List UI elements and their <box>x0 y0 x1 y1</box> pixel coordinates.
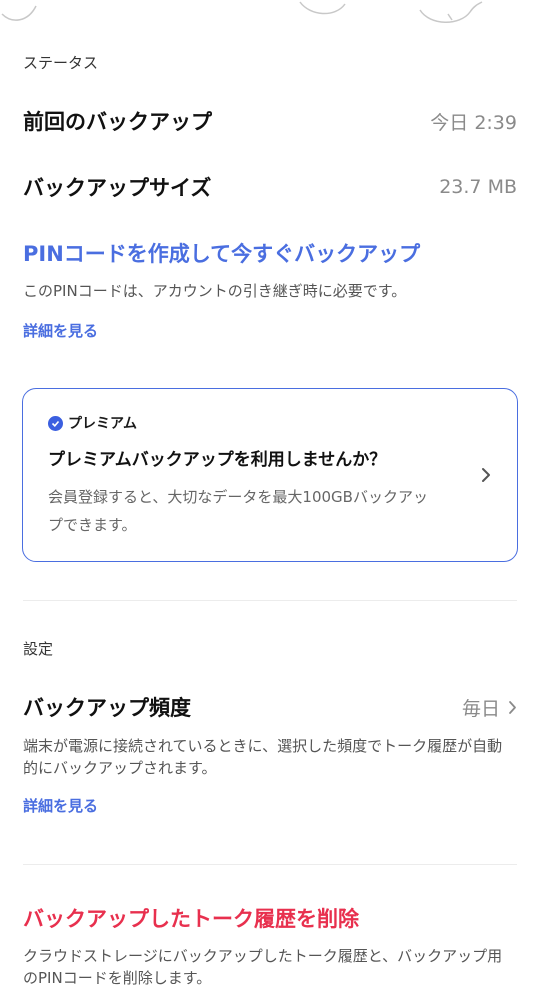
backup-frequency-row[interactable]: バックアップ頻度 毎日 <box>23 692 517 722</box>
backup-frequency-description: 端末が電源に接続されているときに、選択した頻度でトーク履歴が自動的にバックアップ… <box>23 737 503 777</box>
backup-frequency-value: 毎日 <box>461 697 500 720</box>
last-backup-value: 今日 2:39 <box>430 111 517 134</box>
premium-logo-icon <box>48 415 63 431</box>
backup-frequency-label: バックアップ頻度 <box>23 696 191 720</box>
backup-size-value: 23.7 MB <box>439 176 517 198</box>
create-pin-backup-button[interactable]: PINコードを作成して今すぐバックアップ <box>23 238 420 268</box>
delete-description: クラウドストレージにバックアップしたトーク履歴と、バックアップ用のPINコードを… <box>23 947 503 987</box>
premium-backup-card[interactable]: プレミアム プレミアムバックアップを利用しませんか？ 会員登録すると、大切なデー… <box>22 388 518 562</box>
header-illustration <box>1 1 483 23</box>
status-section-header: ステータス <box>23 54 99 72</box>
backup-size-row: バックアップサイズ 23.7 MB <box>23 172 517 202</box>
premium-title: プレミアムバックアップを利用しませんか？ <box>48 450 387 470</box>
section-divider <box>23 600 517 601</box>
chevron-right-icon <box>482 468 490 482</box>
pin-detail-link[interactable]: 詳細を見る <box>23 320 98 341</box>
last-backup-label: 前回のバックアップ <box>23 110 212 134</box>
backup-frequency-value-group: 毎日 <box>462 694 517 721</box>
frequency-detail-link[interactable]: 詳細を見る <box>23 795 98 816</box>
backup-size-label: バックアップサイズ <box>23 176 212 200</box>
premium-brand-label: プレミアム <box>68 416 138 432</box>
premium-brand: プレミアム <box>48 413 137 433</box>
chevron-right-icon <box>509 700 516 714</box>
pin-description: このPINコードは、アカウントの引き継ぎ時に必要です。 <box>23 282 407 300</box>
settings-section-header: 設定 <box>23 640 54 658</box>
delete-backup-button[interactable]: バックアップしたトーク履歴を削除 <box>23 903 359 933</box>
premium-description: 会員登録すると、大切なデータを最大100GBバックアップできます。 <box>48 488 428 534</box>
section-divider <box>23 864 517 865</box>
backup-settings-page: ステータス 前回のバックアップ 今日 2:39 バックアップサイズ 23.7 M… <box>0 0 539 999</box>
last-backup-row: 前回のバックアップ 今日 2:39 <box>23 106 517 136</box>
